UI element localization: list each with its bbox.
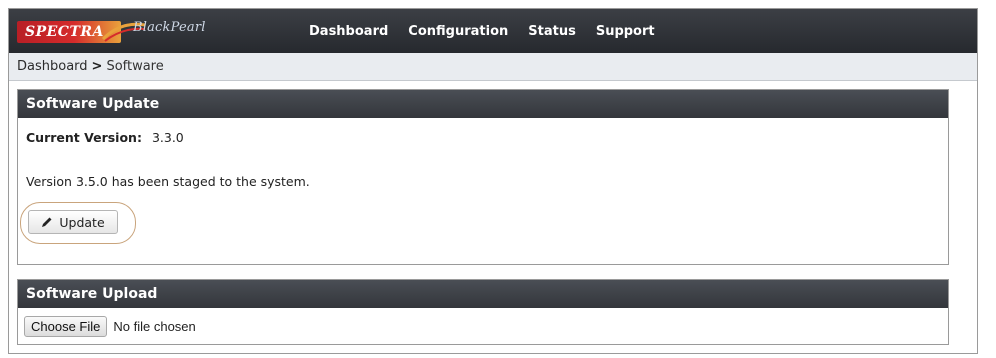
file-upload-control: Choose File No file chosen	[24, 316, 196, 337]
update-button[interactable]: Update	[28, 210, 118, 234]
nav-item-support[interactable]: Support	[586, 24, 665, 39]
current-version-label: Current Version:	[26, 130, 142, 145]
breadcrumb-separator: >	[91, 59, 103, 74]
nav-item-dashboard[interactable]: Dashboard	[299, 24, 398, 39]
current-version-row: Current Version: 3.3.0	[26, 130, 184, 145]
software-upload-panel: Software Upload Choose File No file chos…	[17, 279, 949, 345]
breadcrumb: Dashboard > Software	[9, 53, 977, 81]
breadcrumb-current: Software	[106, 59, 164, 74]
nav-item-status[interactable]: Status	[518, 24, 586, 39]
choose-file-button[interactable]: Choose File	[24, 316, 108, 337]
brand-logo[interactable]: SPECTRA BlackPearl	[17, 19, 227, 43]
main-nav: Dashboard Configuration Status Support	[299, 9, 665, 53]
app-window: SPECTRA BlackPearl Dashboard Configurati…	[8, 8, 978, 354]
software-update-panel: Software Update Current Version: 3.3.0 V…	[17, 89, 949, 265]
blackpearl-wordmark: BlackPearl	[133, 20, 206, 35]
pencil-icon	[42, 217, 52, 227]
breadcrumb-dashboard-link[interactable]: Dashboard	[17, 59, 88, 74]
software-upload-header: Software Upload	[18, 280, 948, 308]
top-navigation-bar: SPECTRA BlackPearl Dashboard Configurati…	[9, 9, 977, 53]
software-update-header: Software Update	[18, 90, 948, 118]
update-button-label: Update	[59, 214, 105, 230]
file-status-text: No file chosen	[113, 319, 196, 334]
current-version-value: 3.3.0	[151, 130, 184, 145]
nav-item-configuration[interactable]: Configuration	[398, 24, 518, 39]
staged-message: Version 3.5.0 has been staged to the sys…	[26, 174, 310, 189]
